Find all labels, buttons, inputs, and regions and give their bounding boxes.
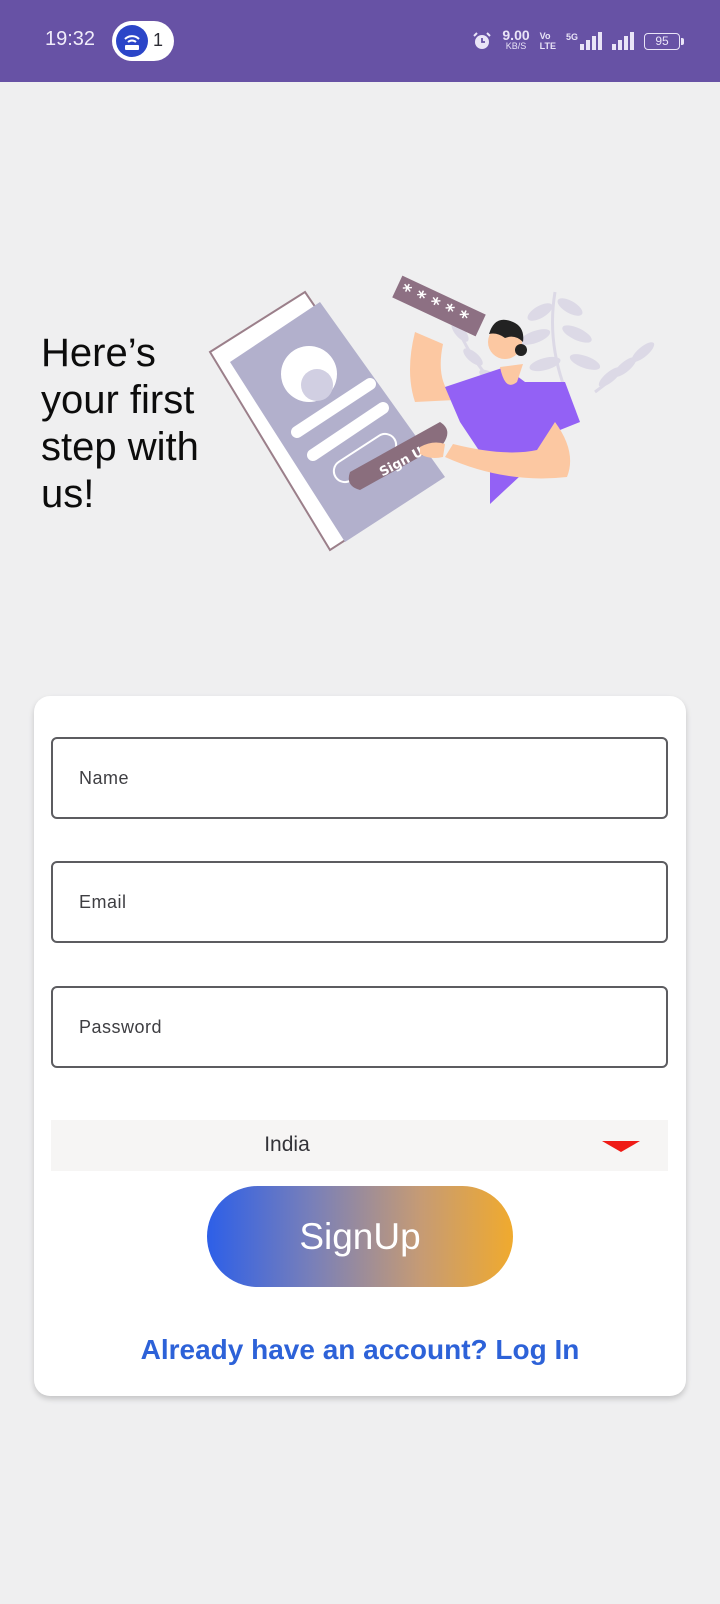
volte-bottom: LTE (539, 41, 556, 51)
status-bar: 19:32 1 9.00 KB/S Vo LTE 5G 95 (0, 0, 720, 82)
hotspot-count: 1 (153, 30, 164, 50)
network-speed-value: 9.00 (502, 27, 530, 43)
status-time: 19:32 (45, 28, 96, 50)
battery-icon: 95 (644, 32, 684, 50)
hotspot-indicator[interactable]: 1 (112, 21, 174, 61)
volte-indicator: Vo LTE (540, 31, 556, 51)
network-speed-unit: KB/S (505, 41, 527, 51)
status-icons: 9.00 KB/S Vo LTE 5G 95 (472, 26, 684, 56)
country-dropdown[interactable]: India (51, 1120, 668, 1171)
signup-button[interactable]: SignUp (207, 1186, 513, 1287)
signal-bars-icon (612, 32, 634, 50)
signup-card: India SignUp Already have an account? Lo… (34, 696, 686, 1396)
network-type: 5G (565, 32, 578, 42)
signal-bars-icon (580, 32, 602, 50)
hotspot-icon (116, 25, 148, 57)
password-input[interactable] (51, 986, 668, 1068)
dropdown-arrow-icon (602, 1141, 640, 1152)
volte-top: Vo (539, 31, 551, 41)
country-selected-value: India (264, 1133, 310, 1156)
password-stars-icon: * * * * * (392, 275, 486, 337)
signal-5g: 5G (566, 32, 602, 50)
login-link[interactable]: Already have an account? Log In (34, 1334, 686, 1366)
email-input[interactable] (51, 861, 668, 943)
signup-illustration: * * * * * Sign Up (208, 275, 655, 552)
name-input[interactable] (51, 737, 668, 819)
alarm-icon (473, 32, 492, 49)
network-speed: 9.00 KB/S (502, 27, 530, 52)
profile-card-icon (208, 290, 445, 552)
page-heading: Here’s your first step with us! (41, 331, 199, 516)
